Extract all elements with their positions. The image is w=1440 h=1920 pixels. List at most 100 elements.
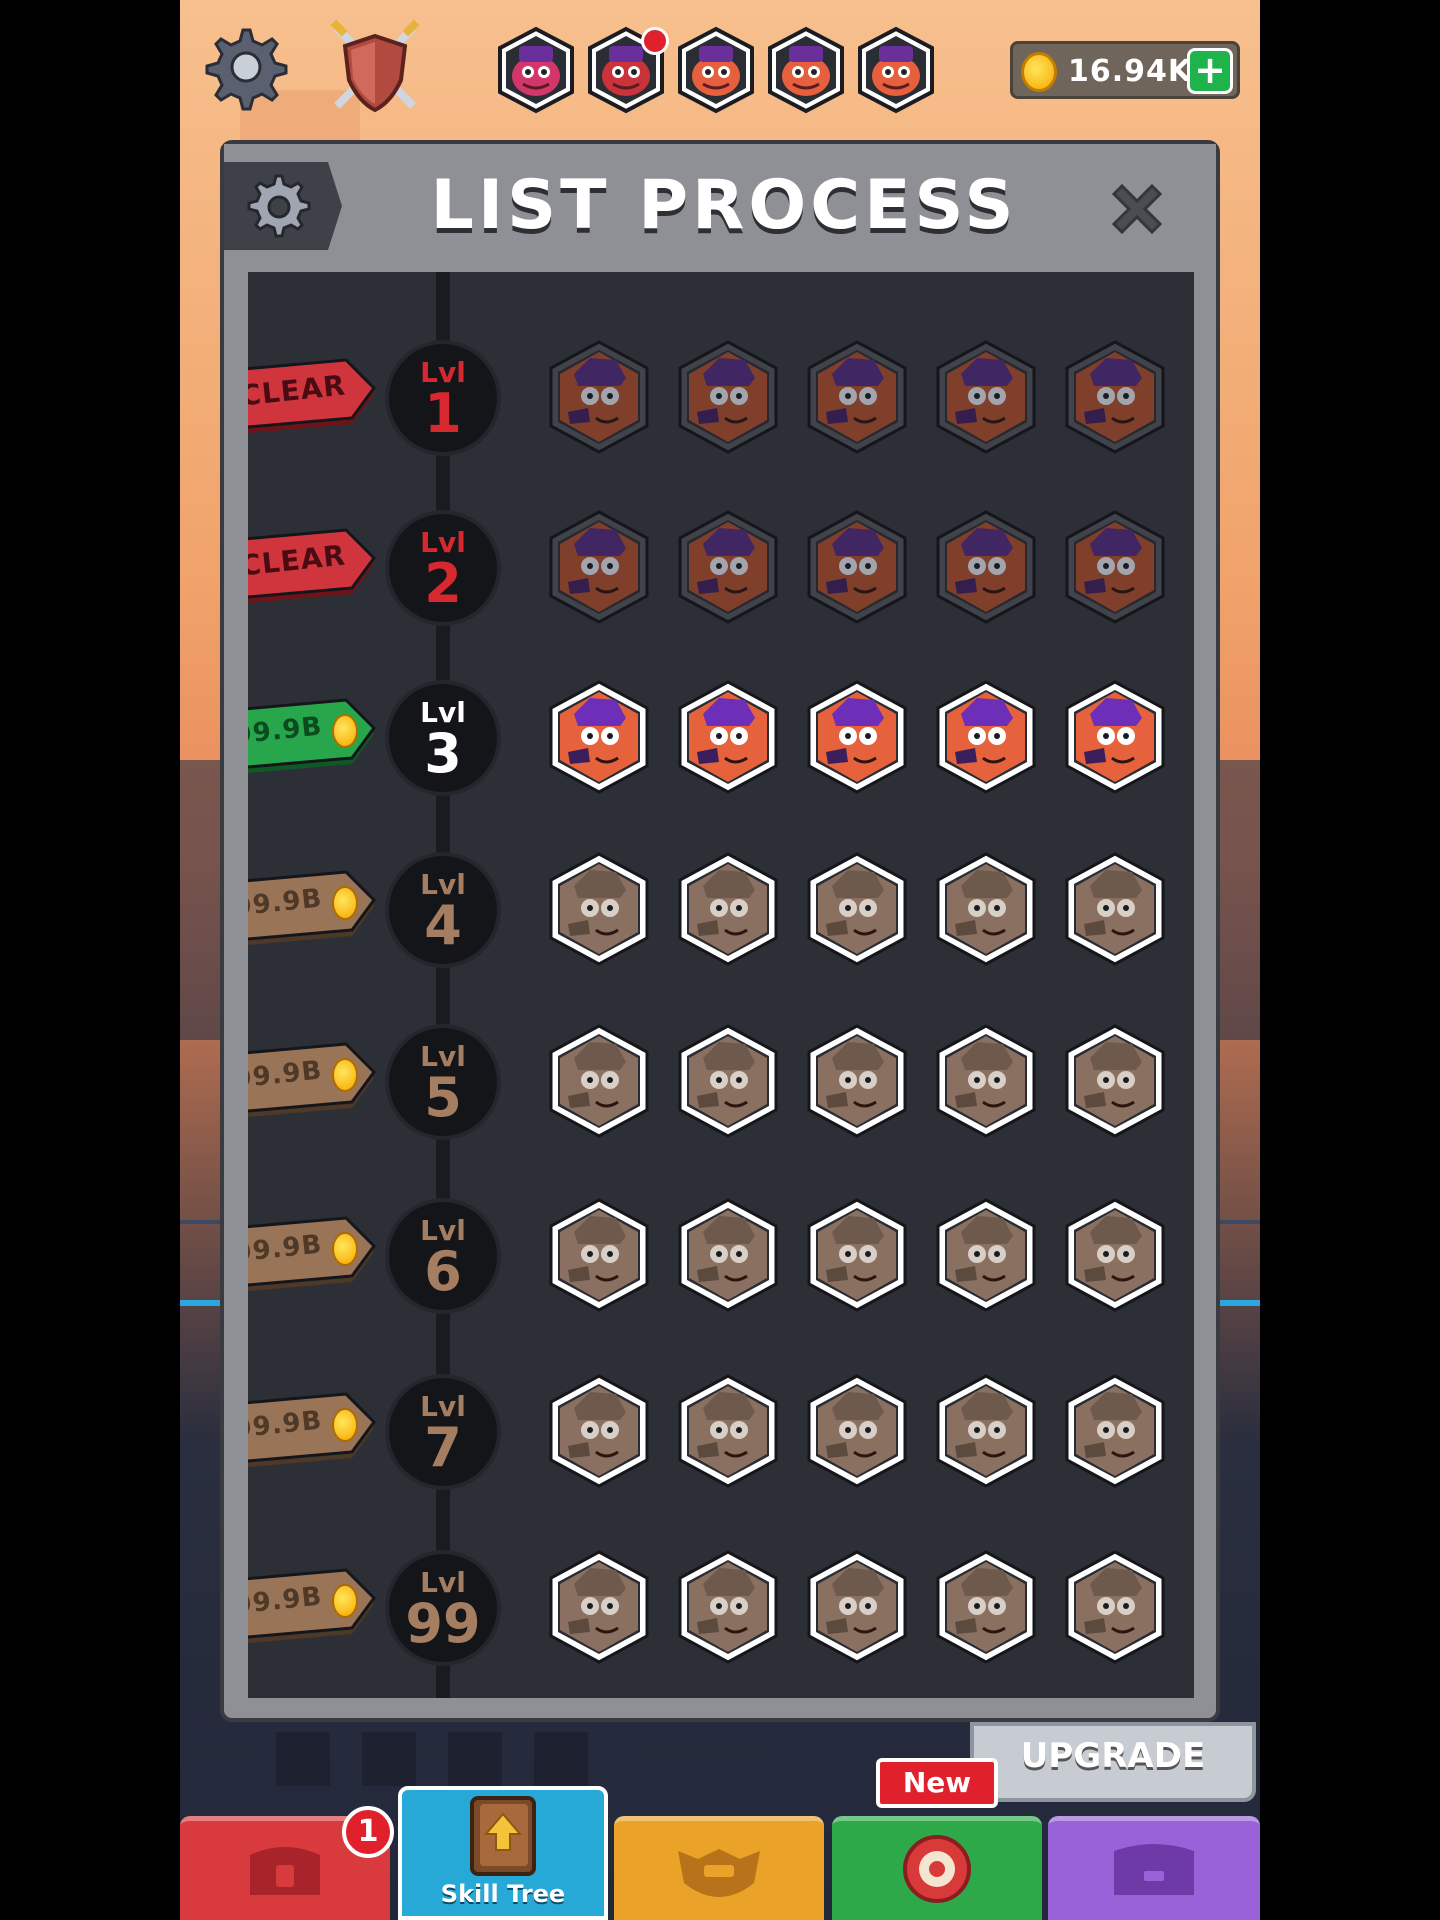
target-icon <box>903 1835 971 1903</box>
monster-hex-icon[interactable] <box>802 1196 912 1314</box>
level-row: 99.9B Lvl 6 <box>248 1190 1194 1320</box>
monster-hex-icon[interactable] <box>673 1022 783 1140</box>
monster-hex-icon[interactable] <box>802 338 912 456</box>
monster-hex-icon[interactable] <box>931 678 1041 796</box>
level-row: 99.9B Lvl 7 <box>248 1366 1194 1496</box>
coin-icon <box>1021 52 1057 92</box>
monster-hex-icon[interactable] <box>544 1196 654 1314</box>
hero-slot-1[interactable] <box>495 26 577 114</box>
panel-settings-gear-icon[interactable] <box>224 162 342 250</box>
monster-hex-icon[interactable] <box>673 508 783 626</box>
monster-hex-icon[interactable] <box>802 1372 912 1490</box>
monster-hex-icon[interactable] <box>544 338 654 456</box>
close-icon[interactable] <box>1104 176 1170 242</box>
target-tab[interactable] <box>832 1816 1042 1920</box>
monster-hex-icon[interactable] <box>802 1548 912 1666</box>
monster-hex-icon[interactable] <box>1060 1196 1170 1314</box>
monster-hex-icon[interactable] <box>931 508 1041 626</box>
add-coins-button[interactable]: + <box>1187 48 1233 94</box>
coin-icon <box>332 886 358 920</box>
monster-hex-icon[interactable] <box>673 678 783 796</box>
level-number: 1 <box>424 382 462 445</box>
buy-level-button[interactable]: 99.9B <box>248 866 378 946</box>
coin-icon <box>332 1408 358 1442</box>
coin-icon <box>332 1584 358 1618</box>
skill-tree-tab[interactable]: Skill Tree <box>398 1786 608 1920</box>
monster-hex-icon[interactable] <box>673 850 783 968</box>
monster-face-icon <box>678 1849 760 1897</box>
monster-hex-icon[interactable] <box>1060 1022 1170 1140</box>
level-badge: Lvl 4 <box>385 852 501 968</box>
shield-swords-icon[interactable] <box>325 18 425 118</box>
hero-slot-4[interactable] <box>765 26 847 114</box>
inventory-slot <box>362 1732 416 1786</box>
monster-hex-icon[interactable] <box>1060 850 1170 968</box>
chest-badge: 1 <box>342 1806 394 1858</box>
monster-hex-icon[interactable] <box>1060 1548 1170 1666</box>
level-number: 3 <box>424 722 462 785</box>
level-number: 2 <box>424 552 462 615</box>
inventory-slot <box>534 1732 588 1786</box>
list-process-panel: LIST PROCESS CLEAR Lvl 1 CLEAR Lvl 2 99.… <box>220 140 1220 1722</box>
buy-level-button[interactable]: 99.9B <box>248 1388 378 1468</box>
monster-hex-icon[interactable] <box>1060 678 1170 796</box>
monster-hex-icon[interactable] <box>931 1196 1041 1314</box>
buy-level-button[interactable]: 99.9B <box>248 1212 378 1292</box>
monster-hex-icon[interactable] <box>673 338 783 456</box>
monster-hex-icon[interactable] <box>931 850 1041 968</box>
hero-slot-3[interactable] <box>675 26 757 114</box>
monster-hex-icon[interactable] <box>544 508 654 626</box>
coin-balance: 16.94K + <box>1010 41 1240 99</box>
alert-dot <box>641 27 669 55</box>
new-badge: New <box>876 1758 998 1808</box>
level-badge: Lvl 5 <box>385 1024 501 1140</box>
monster-hex-icon[interactable] <box>931 1372 1041 1490</box>
inventory-slot <box>448 1732 502 1786</box>
monster-hex-icon[interactable] <box>931 338 1041 456</box>
monster-hex-icon[interactable] <box>802 850 912 968</box>
monster-hex-icon[interactable] <box>673 1196 783 1314</box>
monster-hex-icon[interactable] <box>1060 508 1170 626</box>
coin-icon <box>332 1232 358 1266</box>
monster-hex-icon[interactable] <box>931 1022 1041 1140</box>
treasure-chest-icon <box>1114 1844 1194 1895</box>
monster-hex-icon[interactable] <box>544 1548 654 1666</box>
monster-hex-icon[interactable] <box>1060 338 1170 456</box>
upgrade-button[interactable]: UPGRADE <box>970 1722 1256 1802</box>
buy-level-button[interactable]: 99.9B <box>248 694 378 774</box>
coin-amount: 16.94K <box>1068 54 1193 89</box>
hero-slot-5[interactable] <box>855 26 937 114</box>
level-badge: Lvl 7 <box>385 1374 501 1490</box>
level-number: 6 <box>424 1240 462 1303</box>
monster-hex-icon[interactable] <box>544 678 654 796</box>
clear-button[interactable]: CLEAR <box>248 524 378 604</box>
settings-gear-icon[interactable] <box>198 22 288 112</box>
level-badge: Lvl 1 <box>385 340 501 456</box>
coin-icon <box>332 1058 358 1092</box>
purple-chest-tab[interactable] <box>1048 1816 1260 1920</box>
level-row: 99.9B Lvl 4 <box>248 844 1194 974</box>
coin-icon <box>332 714 358 748</box>
upgrade-label: UPGRADE <box>1020 1736 1206 1776</box>
monster-hex-icon[interactable] <box>673 1372 783 1490</box>
monster-hex-icon[interactable] <box>544 1372 654 1490</box>
level-number: 5 <box>424 1066 462 1129</box>
level-row: CLEAR Lvl 1 <box>248 332 1194 462</box>
monster-hex-icon[interactable] <box>802 1022 912 1140</box>
level-badge: Lvl 6 <box>385 1198 501 1314</box>
monster-hex-icon[interactable] <box>544 1022 654 1140</box>
monster-tab[interactable] <box>614 1816 824 1920</box>
monster-hex-icon[interactable] <box>544 850 654 968</box>
clear-button[interactable]: CLEAR <box>248 354 378 434</box>
monster-hex-icon[interactable] <box>931 1548 1041 1666</box>
level-number: 7 <box>424 1416 462 1479</box>
monster-hex-icon[interactable] <box>673 1548 783 1666</box>
monster-hex-icon[interactable] <box>802 508 912 626</box>
buy-level-button[interactable]: 99.9B <box>248 1564 378 1644</box>
level-badge: Lvl 99 <box>385 1550 501 1666</box>
buy-level-button[interactable]: 99.9B <box>248 1038 378 1118</box>
monster-hex-icon[interactable] <box>1060 1372 1170 1490</box>
monster-hex-icon[interactable] <box>802 678 912 796</box>
level-row: 99.9B Lvl 3 <box>248 672 1194 802</box>
panel-title: LIST PROCESS <box>430 166 1018 245</box>
